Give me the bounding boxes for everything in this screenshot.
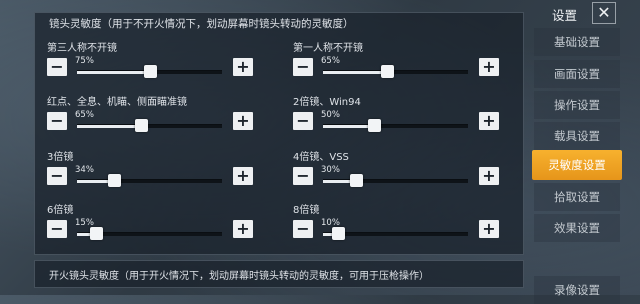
slider-label: 8倍镜	[293, 205, 320, 216]
increase-button[interactable]: +	[479, 167, 499, 185]
slider-scope-3x: 3倍镜 −34% +	[47, 148, 259, 198]
slider-thumb[interactable]	[90, 227, 104, 240]
slider-value: 65%	[75, 110, 94, 120]
sensitivity-panel: 镜头灵敏度（用于不开火情况下，划动屏幕时镜头转动的灵敏度） 第三人称不开镜 −75…	[34, 12, 524, 255]
slider-label: 6倍镜	[47, 205, 74, 216]
sidebar-item-controls[interactable]: 操作设置	[534, 91, 620, 119]
increase-button[interactable]: +	[233, 220, 253, 238]
decrease-button[interactable]: −	[47, 58, 67, 76]
slider-thumb[interactable]	[135, 119, 149, 132]
slider-fill	[77, 71, 151, 74]
sidebar-item-basic[interactable]: 基础设置	[534, 28, 620, 56]
slider-track[interactable]	[77, 119, 222, 132]
slider-track[interactable]	[77, 227, 222, 240]
slider-track[interactable]	[323, 65, 468, 78]
slider-label: 第一人称不开镜	[293, 43, 363, 54]
slider-scope-6x: 6倍镜 −15% +	[47, 201, 259, 251]
close-icon[interactable]: ✕	[592, 2, 616, 24]
decrease-button[interactable]: −	[293, 220, 313, 238]
increase-button[interactable]: +	[479, 112, 499, 130]
slider-track[interactable]	[323, 119, 468, 132]
settings-sidebar: 设置 ✕ 基础设置画面设置操作设置载具设置 灵敏度设置拾取设置效果设置录像设置	[530, 0, 640, 304]
decrease-button[interactable]: −	[293, 167, 313, 185]
decrease-button[interactable]: −	[293, 58, 313, 76]
slider-track[interactable]	[77, 174, 222, 187]
slider-label: 3倍镜	[47, 152, 74, 163]
increase-button[interactable]: +	[479, 58, 499, 76]
slider-scope-4x: 4倍镜、VSS −30% +	[293, 148, 505, 198]
increase-button[interactable]: +	[233, 58, 253, 76]
slider-red-dot: 红点、全息、机瞄、侧面瞄准镜 −65% +	[47, 93, 259, 143]
sidebar-item-replay[interactable]: 录像设置	[534, 276, 620, 304]
decrease-button[interactable]: −	[293, 112, 313, 130]
slider-value: 65%	[321, 56, 340, 66]
slider-fill	[77, 125, 142, 128]
panel-header: 镜头灵敏度（用于不开火情况下，划动屏幕时镜头转动的灵敏度）	[49, 18, 354, 30]
decrease-button[interactable]: −	[47, 167, 67, 185]
sidebar-item-vehicle[interactable]: 载具设置	[534, 122, 620, 150]
slider-label: 4倍镜、VSS	[293, 152, 349, 163]
slider-label: 红点、全息、机瞄、侧面瞄准镜	[47, 97, 187, 108]
slider-label: 2倍镜、Win94	[293, 97, 361, 108]
slider-thumb[interactable]	[331, 227, 345, 240]
increase-button[interactable]: +	[233, 167, 253, 185]
slider-thumb[interactable]	[107, 174, 121, 187]
sidebar-item-pickup[interactable]: 拾取设置	[534, 183, 620, 211]
slider-value: 50%	[321, 110, 340, 120]
slider-value: 75%	[75, 56, 94, 66]
slider-first-person: 第一人称不开镜 −65% +	[293, 39, 505, 89]
slider-fill	[323, 125, 374, 128]
fire-sensitivity-section[interactable]: 开火镜头灵敏度（用于开火情况下，划动屏幕时镜头转动的灵敏度，可用于压枪操作）	[34, 260, 524, 288]
increase-button[interactable]: +	[479, 220, 499, 238]
decrease-button[interactable]: −	[47, 112, 67, 130]
slider-track[interactable]	[77, 65, 222, 78]
slider-label: 第三人称不开镜	[47, 43, 117, 54]
sidebar-item-graphics[interactable]: 画面设置	[534, 60, 620, 88]
slider-thumb[interactable]	[144, 65, 158, 78]
decrease-button[interactable]: −	[47, 220, 67, 238]
slider-value: 34%	[75, 165, 94, 175]
settings-title: 设置	[552, 8, 578, 23]
slider-thumb[interactable]	[367, 119, 381, 132]
slider-scope-8x: 8倍镜 −10% +	[293, 201, 505, 251]
sidebar-item-sensitivity[interactable]: 灵敏度设置	[532, 150, 622, 180]
slider-thumb[interactable]	[381, 65, 395, 78]
slider-track[interactable]	[323, 174, 468, 187]
slider-fill	[323, 71, 388, 74]
slider-third-person: 第三人称不开镜 −75% +	[47, 39, 259, 89]
slider-thumb[interactable]	[349, 174, 363, 187]
slider-scope-2x: 2倍镜、Win94 −50% +	[293, 93, 505, 143]
slider-track[interactable]	[323, 227, 468, 240]
increase-button[interactable]: +	[233, 112, 253, 130]
slider-value: 30%	[321, 165, 340, 175]
fire-sensitivity-label: 开火镜头灵敏度（用于开火情况下，划动屏幕时镜头转动的灵敏度，可用于压枪操作）	[49, 271, 429, 282]
sidebar-item-effects[interactable]: 效果设置	[534, 214, 620, 242]
